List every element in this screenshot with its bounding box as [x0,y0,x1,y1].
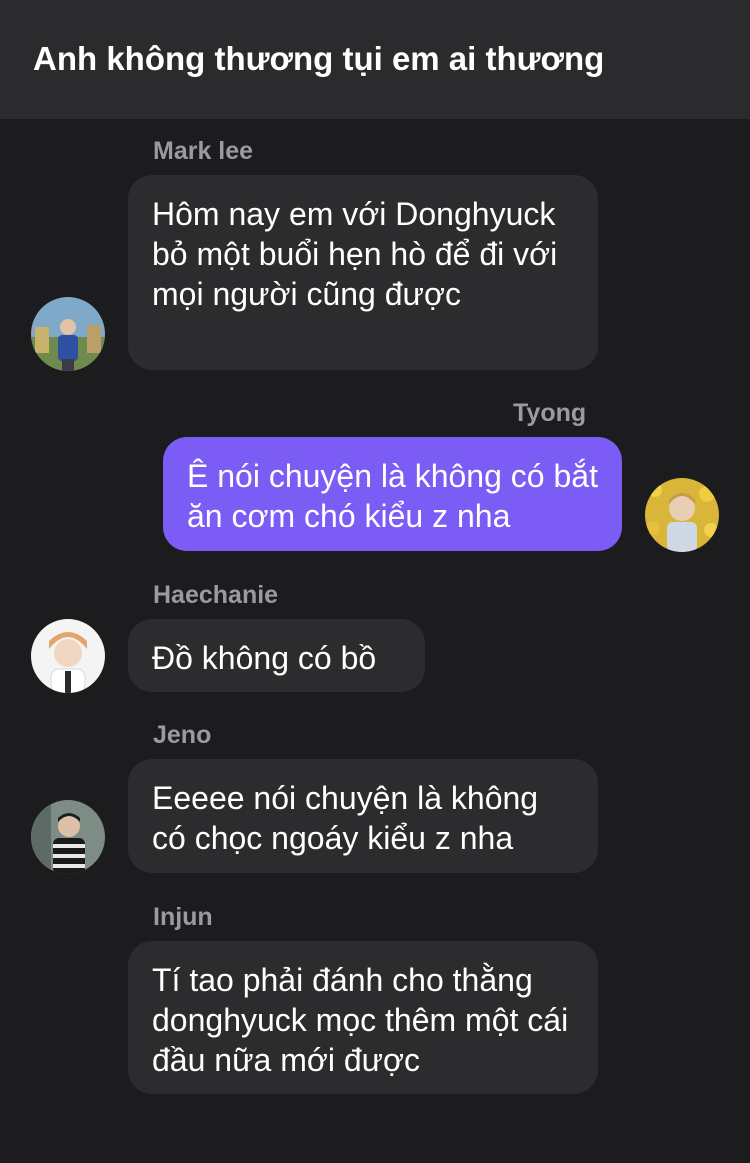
avatar-jeno-icon[interactable] [31,800,105,874]
sender-name: Haechanie [153,581,279,609]
message-bubble[interactable]: Tí tao phải đánh cho thằng donghyuck mọc… [128,941,598,1094]
avatar-mark-lee-icon[interactable] [31,297,105,371]
sender-name: Injun [153,903,213,931]
message-bubble[interactable]: Đồ không có bồ [128,619,425,692]
message-bubble[interactable]: Ê nói chuyện là không có bắt ăn cơm chó … [163,437,622,551]
avatar-haechanie-icon[interactable] [31,619,105,693]
chat-title: Anh không thương tụi em ai thương [33,40,605,77]
sender-name: Tyong [513,399,587,427]
message-bubble[interactable]: Hôm nay em với Donghyuck bỏ một buổi hẹn… [128,175,598,370]
avatar-tyong-icon[interactable] [645,478,719,552]
sender-name: Mark lee [153,137,254,165]
chat-header: Anh không thương tụi em ai thương [0,0,750,119]
sender-name: Jeno [153,721,212,749]
message-bubble[interactable]: Eeeee nói chuyện là không có chọc ngoáy … [128,759,598,873]
